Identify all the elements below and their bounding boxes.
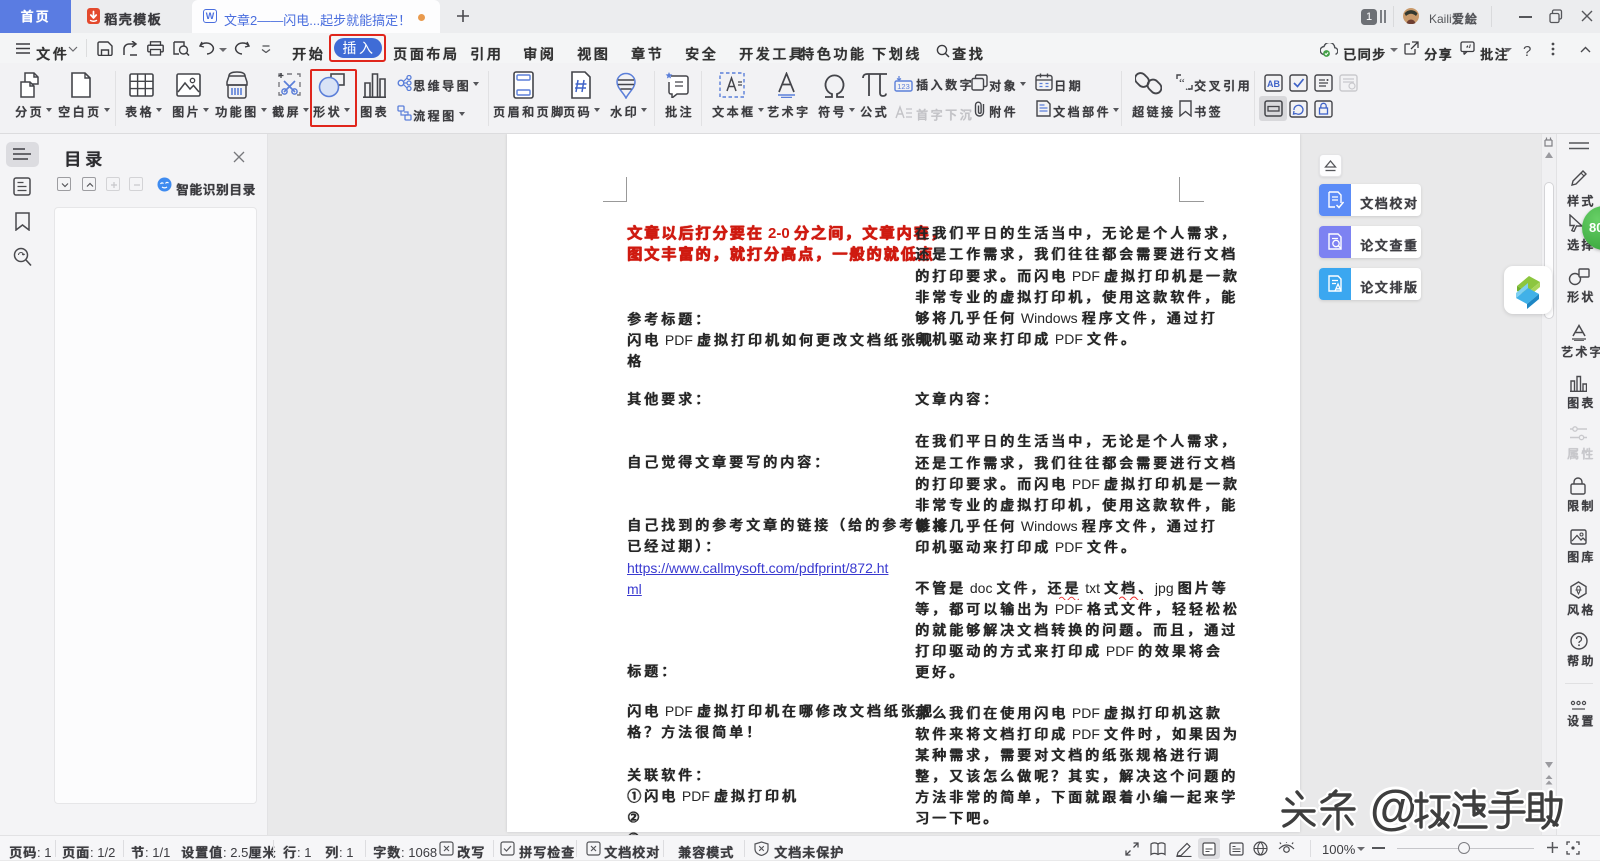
svg-text:123: 123 bbox=[897, 82, 910, 91]
svg-text:AB: AB bbox=[1267, 79, 1280, 89]
svg-text:@: @ bbox=[1370, 782, 1417, 835]
svg-text:„: „ bbox=[1185, 78, 1191, 90]
